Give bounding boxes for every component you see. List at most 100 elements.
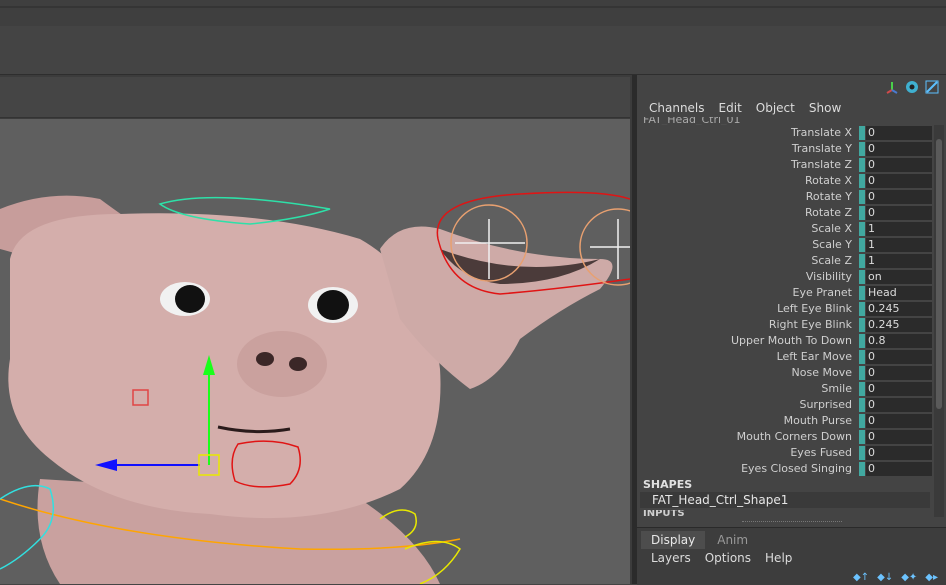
channel-label[interactable]: Rotate Y [806, 190, 852, 203]
channel-box-panel: Channels Edit Object Show FAT_Head_Ctrl_… [637, 75, 946, 585]
shape-node[interactable]: FAT_Head_Ctrl_Shape1 [640, 492, 930, 508]
channel-value-field[interactable]: 0.245 [866, 302, 932, 316]
channel-label[interactable]: Eyes Closed Singing [741, 462, 852, 475]
channel-label[interactable]: Upper Mouth To Down [731, 334, 852, 347]
channel-label[interactable]: Scale X [811, 222, 852, 235]
channel-value-field[interactable]: 0.8 [866, 334, 932, 348]
channel-key-indicator [859, 446, 865, 460]
channel-key-indicator [859, 430, 865, 444]
channel-row[interactable]: Translate X 0 [637, 125, 933, 141]
channel-label[interactable]: Scale Z [811, 254, 852, 267]
channel-row[interactable]: Visibility on [637, 269, 933, 285]
channel-label[interactable]: Mouth Purse [784, 414, 852, 427]
channel-row[interactable]: Scale X 1 [637, 221, 933, 237]
tab-display[interactable]: Display [641, 531, 706, 549]
camera-icon[interactable] [904, 79, 920, 95]
viewport-3d[interactable] [0, 119, 630, 584]
channel-row[interactable]: Scale Z 1 [637, 253, 933, 269]
channel-row[interactable]: Rotate X 0 [637, 173, 933, 189]
layer-new-selected-icon[interactable]: ◆▸ [925, 572, 938, 583]
channel-row[interactable]: Surprised 0 [637, 397, 933, 413]
channel-label[interactable]: Rotate X [805, 174, 852, 187]
channel-row[interactable]: Translate Y 0 [637, 141, 933, 157]
channel-value-field[interactable]: 0 [866, 430, 932, 444]
tab-anim[interactable]: Anim [707, 531, 759, 549]
layer-down-icon[interactable]: ◆↓ [877, 572, 893, 583]
channel-value-field[interactable]: 0 [866, 414, 932, 428]
layer-new-icon[interactable]: ◆✦ [901, 572, 917, 583]
layer-editor-menu: Layers Options Help [651, 551, 792, 565]
channel-key-indicator [859, 334, 865, 348]
channel-label[interactable]: Smile [821, 382, 852, 395]
channel-row[interactable]: Translate Z 0 [637, 157, 933, 173]
pig-left-pupil [175, 285, 205, 313]
channel-value-field[interactable]: 0 [866, 366, 932, 380]
channel-label[interactable]: Eyes Fused [790, 446, 852, 459]
channel-value-field[interactable]: Head [866, 286, 932, 300]
channel-label[interactable]: Translate Y [792, 142, 852, 155]
channel-row[interactable]: Left Eye Blink 0.245 [637, 301, 933, 317]
channel-label[interactable]: Rotate Z [805, 206, 852, 219]
channel-value-field[interactable]: 0 [866, 382, 932, 396]
menu-object[interactable]: Object [756, 101, 795, 115]
channel-key-indicator [859, 350, 865, 364]
viewport-header [0, 77, 630, 118]
channel-value-field[interactable]: 0 [866, 206, 932, 220]
channel-label[interactable]: Visibility [806, 270, 852, 283]
channel-value-field[interactable]: 0.245 [866, 318, 932, 332]
channel-row[interactable]: Upper Mouth To Down 0.8 [637, 333, 933, 349]
channel-value-field[interactable]: 0 [866, 158, 932, 172]
channel-key-indicator [859, 174, 865, 188]
menu-edit[interactable]: Edit [719, 101, 742, 115]
channel-value-field[interactable]: on [866, 270, 932, 284]
channel-row[interactable]: Nose Move 0 [637, 365, 933, 381]
channel-label[interactable]: Translate Z [791, 158, 852, 171]
channel-key-indicator [859, 126, 865, 140]
channel-value-field[interactable]: 0 [866, 398, 932, 412]
menu-channels[interactable]: Channels [649, 101, 705, 115]
channel-row[interactable]: Smile 0 [637, 381, 933, 397]
channel-value-field[interactable]: 0 [866, 350, 932, 364]
menu-layers[interactable]: Layers [651, 551, 691, 565]
channel-label[interactable]: Translate X [791, 126, 852, 139]
channel-row[interactable]: Eyes Fused 0 [637, 445, 933, 461]
channel-row[interactable]: Mouth Purse 0 [637, 413, 933, 429]
channel-label[interactable]: Surprised [799, 398, 852, 411]
channel-scroll-thumb[interactable] [936, 139, 942, 409]
channel-value-field[interactable]: 1 [866, 222, 932, 236]
channel-label[interactable]: Scale Y [812, 238, 852, 251]
channel-key-indicator [859, 414, 865, 428]
channel-row[interactable]: Rotate Y 0 [637, 189, 933, 205]
channel-row[interactable]: Mouth Corners Down 0 [637, 429, 933, 445]
channel-row[interactable]: Eye Pranet Head [637, 285, 933, 301]
channel-value-field[interactable]: 0 [866, 462, 932, 476]
channel-value-field[interactable]: 0 [866, 126, 932, 140]
channel-row[interactable]: Eyes Closed Singing 0 [637, 461, 933, 477]
channel-label[interactable]: Nose Move [792, 366, 852, 379]
channel-row[interactable]: Scale Y 1 [637, 237, 933, 253]
channel-scrollbar[interactable] [934, 125, 944, 517]
menu-options[interactable]: Options [705, 551, 751, 565]
menu-show[interactable]: Show [809, 101, 841, 115]
channel-value-field[interactable]: 0 [866, 446, 932, 460]
channel-key-indicator [859, 366, 865, 380]
object-name[interactable]: FAT_Head_Ctrl_01 [643, 117, 741, 125]
channel-label[interactable]: Right Eye Blink [769, 318, 852, 331]
channel-value-field[interactable]: 1 [866, 254, 932, 268]
channel-value-field[interactable]: 0 [866, 174, 932, 188]
channel-value-field[interactable]: 1 [866, 238, 932, 252]
pen-icon[interactable] [924, 79, 940, 95]
panel-splitter[interactable] [742, 521, 842, 522]
channel-label[interactable]: Eye Pranet [793, 286, 852, 299]
channel-row[interactable]: Right Eye Blink 0.245 [637, 317, 933, 333]
channel-value-field[interactable]: 0 [866, 190, 932, 204]
channel-value-field[interactable]: 0 [866, 142, 932, 156]
axis-icon[interactable] [884, 79, 900, 95]
menu-help[interactable]: Help [765, 551, 792, 565]
channel-label[interactable]: Left Eye Blink [777, 302, 852, 315]
channel-row[interactable]: Left Ear Move 0 [637, 349, 933, 365]
layer-up-icon[interactable]: ◆↑ [853, 572, 869, 583]
channel-row[interactable]: Rotate Z 0 [637, 205, 933, 221]
channel-label[interactable]: Left Ear Move [777, 350, 852, 363]
channel-label[interactable]: Mouth Corners Down [737, 430, 852, 443]
